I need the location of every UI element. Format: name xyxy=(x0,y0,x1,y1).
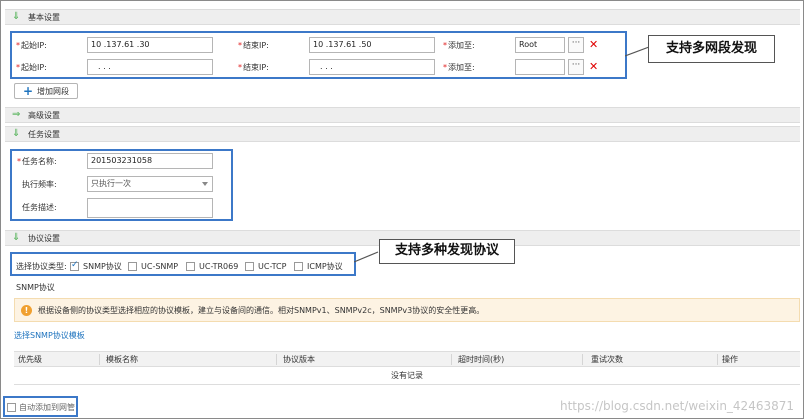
collapse-arrow-icon[interactable]: ⇓ xyxy=(12,232,20,244)
collapse-arrow-icon[interactable]: ⇓ xyxy=(12,128,20,140)
column-divider xyxy=(451,354,452,365)
section-title: 基本设置 xyxy=(28,13,60,22)
section-title: 高级设置 xyxy=(28,111,60,120)
column-divider xyxy=(276,354,277,365)
section-basic-settings[interactable]: ⇓ 基本设置 xyxy=(5,9,800,25)
col-priority[interactable]: 优先级 xyxy=(18,355,42,365)
add-segment-button[interactable]: + 增加网段 xyxy=(14,83,78,99)
snmp-notice: ! 根据设备侧的协议类型选择相应的协议模板，建立与设备间的通信。相对SNMPv1… xyxy=(14,298,800,322)
expand-arrow-icon[interactable]: ⇒ xyxy=(12,109,20,121)
column-divider xyxy=(582,354,583,365)
col-template-name[interactable]: 模板名称 xyxy=(106,355,138,365)
column-divider xyxy=(717,354,718,365)
add-segment-label: 增加网段 xyxy=(37,87,69,96)
info-icon: ! xyxy=(21,305,32,316)
snmp-section-title: SNMP协议 xyxy=(16,283,55,292)
col-protocol-version[interactable]: 协议版本 xyxy=(283,355,315,365)
section-advanced-settings[interactable]: ⇒ 高级设置 xyxy=(5,107,800,123)
highlight-box-protocols xyxy=(10,252,356,276)
section-title: 协议设置 xyxy=(28,234,60,243)
notice-text: 根据设备侧的协议类型选择相应的协议模板，建立与设备间的通信。相对SNMPv1、S… xyxy=(38,306,485,315)
callout-multi-protocol: 支持多种发现协议 xyxy=(379,239,515,264)
highlight-box-ip-ranges xyxy=(10,31,627,79)
watermark: https://blog.csdn.net/weixin_42463871 xyxy=(559,399,794,413)
empty-text: 没有记录 xyxy=(391,371,423,380)
callout-multi-segment: 支持多网段发现 xyxy=(648,35,775,63)
collapse-arrow-icon[interactable]: ⇓ xyxy=(12,11,20,23)
select-snmp-template-link[interactable]: 选择SNMP协议模板 xyxy=(14,331,85,341)
col-retries[interactable]: 重试次数 xyxy=(591,355,623,365)
template-table-header: 优先级 模板名称 协议版本 超时时间(秒) 重试次数 操作 xyxy=(14,351,800,367)
col-timeout[interactable]: 超时时间(秒) xyxy=(458,355,504,365)
highlight-box-task xyxy=(10,149,233,221)
callout-pointer xyxy=(354,251,379,263)
highlight-box-auto-add xyxy=(3,396,78,417)
section-title: 任务设置 xyxy=(28,130,60,139)
col-actions[interactable]: 操作 xyxy=(722,355,738,365)
table-empty-row: 没有记录 xyxy=(14,367,800,385)
section-task-settings[interactable]: ⇓ 任务设置 xyxy=(5,126,800,142)
column-divider xyxy=(99,354,100,365)
plus-icon: + xyxy=(23,84,34,98)
